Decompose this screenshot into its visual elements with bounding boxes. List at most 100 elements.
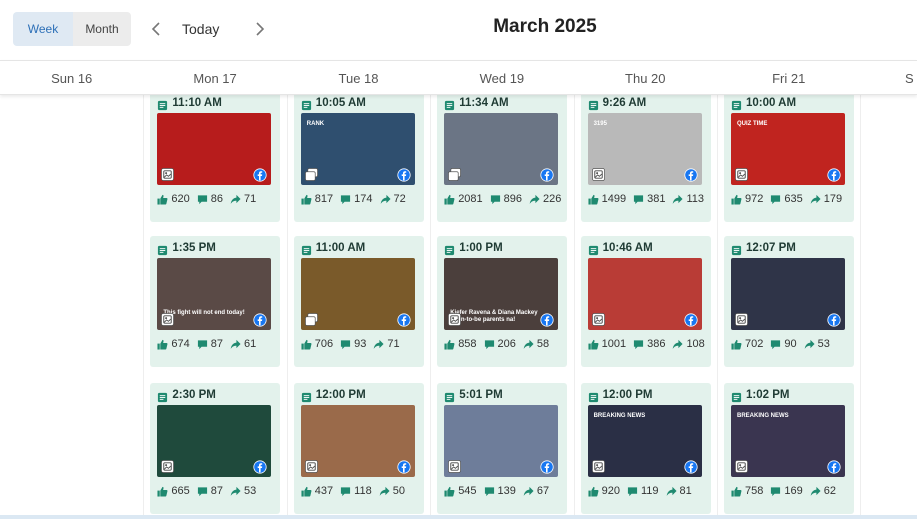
post-thumbnail[interactable]: 3195	[587, 113, 702, 185]
likes-stat: 706	[301, 338, 333, 350]
today-button[interactable]: Today	[182, 18, 219, 40]
comment-icon	[770, 486, 784, 497]
horizontal-scrollbar[interactable]	[0, 515, 917, 519]
post-time: 10:00 AM	[746, 97, 797, 109]
comments-count: 169	[784, 485, 803, 497]
day-header-4: Thu 20	[625, 71, 666, 86]
album-icon	[304, 313, 318, 326]
month-title: March 2025	[493, 16, 597, 37]
like-icon	[301, 194, 315, 205]
post-card[interactable]: 2:30 PM 665 87 53	[150, 383, 281, 514]
post-stats: 972 635 179	[731, 192, 849, 206]
post-stats: 706 93 71	[301, 337, 407, 351]
like-icon	[588, 339, 602, 350]
post-thumbnail[interactable]	[300, 405, 415, 477]
post-card[interactable]: 1:00 PM Kiefer Ravena & Diana Mackey soon…	[437, 236, 568, 367]
image-icon	[304, 460, 318, 473]
comment-icon	[197, 339, 211, 350]
post-type-icon	[444, 390, 455, 402]
comments-count: 381	[647, 193, 666, 205]
shares-stat: 81	[666, 485, 692, 497]
day-header-row: Sun 16 Mon 17 Tue 18 Wed 19 Thu 20 Fri 21 S	[0, 60, 917, 95]
likes-stat: 674	[157, 338, 190, 350]
comments-count: 119	[640, 485, 659, 497]
post-card[interactable]: 12:00 PM 437 118 50	[293, 383, 424, 514]
comment-icon	[484, 339, 498, 350]
comments-count: 86	[210, 193, 223, 205]
month-view-button[interactable]: Month	[73, 12, 131, 46]
shares-stat: 58	[523, 338, 549, 350]
post-time-row: 11:10 AM	[157, 95, 222, 111]
comments-count: 896	[503, 193, 523, 205]
post-thumbnail[interactable]: This fight will not end today!	[157, 258, 272, 330]
share-icon	[672, 194, 686, 205]
comments-stat: 169	[770, 485, 803, 497]
post-card[interactable]: 12:00 PM BREAKING NEWS 920 119 81	[580, 383, 711, 514]
post-card[interactable]: 10:46 AM 1001 386 108	[580, 236, 711, 367]
post-time-row: 10:00 AM	[731, 95, 796, 111]
day-header-6: S	[905, 71, 914, 86]
post-thumbnail[interactable]	[444, 405, 559, 477]
comments-stat: 174	[340, 193, 373, 205]
image-icon	[735, 313, 748, 326]
thumbnail-caption: QUIZ TIME	[737, 121, 768, 127]
share-icon	[672, 339, 686, 350]
post-time-row: 1:02 PM	[731, 387, 789, 403]
image-icon	[735, 168, 748, 181]
chevron-left-icon[interactable]	[146, 18, 166, 40]
comments-count: 206	[497, 338, 516, 350]
post-card[interactable]: 11:34 AM 2081 896 226	[437, 95, 568, 222]
post-card[interactable]: 1:02 PM BREAKING NEWS 758 169 62	[724, 383, 854, 514]
comments-stat: 896	[490, 193, 522, 205]
like-icon	[157, 486, 171, 497]
post-stats: 858 206 58	[444, 337, 556, 351]
post-thumbnail[interactable]: QUIZ TIME	[731, 113, 845, 185]
post-card[interactable]: 11:10 AM 620 86 71	[150, 95, 281, 222]
post-time: 11:00 AM	[315, 242, 366, 254]
post-thumbnail[interactable]: BREAKING NEWS	[731, 405, 845, 477]
post-time-row: 11:34 AM	[444, 95, 509, 111]
share-icon	[523, 486, 537, 497]
image-icon	[161, 168, 175, 181]
post-card[interactable]: 10:00 AM QUIZ TIME 972 635 179	[724, 95, 854, 222]
post-type-icon	[444, 243, 455, 255]
week-view-button[interactable]: Week	[13, 12, 73, 46]
post-thumbnail[interactable]	[157, 113, 272, 185]
column-divider	[573, 95, 575, 519]
comments-count: 87	[210, 338, 223, 350]
post-thumbnail[interactable]	[731, 258, 845, 330]
comment-icon	[633, 194, 647, 205]
post-card[interactable]: 1:35 PM This fight will not end today! 674…	[150, 236, 281, 367]
comments-count: 635	[784, 193, 803, 205]
thumbnail-caption: BREAKING NEWS	[593, 413, 646, 419]
post-thumbnail[interactable]	[300, 258, 415, 330]
chevron-right-icon[interactable]	[250, 18, 270, 40]
post-thumbnail[interactable]	[587, 258, 702, 330]
image-icon	[448, 313, 462, 326]
album-icon	[304, 168, 318, 181]
like-icon	[444, 339, 458, 350]
shares-count: 53	[244, 485, 257, 497]
like-icon	[588, 486, 602, 497]
post-card[interactable]: 10:05 AM RANK 817 174 72	[293, 95, 424, 222]
column-divider	[430, 95, 432, 519]
post-card[interactable]: 5:01 PM 545 139 67	[437, 383, 568, 514]
share-icon	[230, 194, 244, 205]
share-icon	[379, 486, 393, 497]
like-icon	[157, 194, 171, 205]
likes-stat: 665	[157, 485, 190, 497]
post-thumbnail[interactable]	[157, 405, 272, 477]
post-thumbnail[interactable]: RANK	[300, 113, 415, 185]
post-card[interactable]: 11:00 AM 706 93 71	[293, 236, 424, 367]
post-stats: 674 87 61	[157, 337, 263, 351]
post-card[interactable]: 9:26 AM 3195 1499 381 113	[580, 95, 711, 222]
calendar-toolbar: Week Month Today March 2025	[0, 0, 917, 60]
likes-count: 817	[314, 193, 334, 205]
share-icon	[810, 194, 824, 205]
post-thumbnail[interactable]	[444, 113, 559, 185]
post-thumbnail[interactable]: Kiefer Ravena & Diana Mackey soon-to-be …	[444, 258, 559, 330]
post-thumbnail[interactable]: BREAKING NEWS	[587, 405, 702, 477]
post-card[interactable]: 12:07 PM 702 90 53	[724, 236, 854, 367]
facebook-icon	[253, 460, 267, 474]
post-type-icon	[157, 243, 168, 255]
